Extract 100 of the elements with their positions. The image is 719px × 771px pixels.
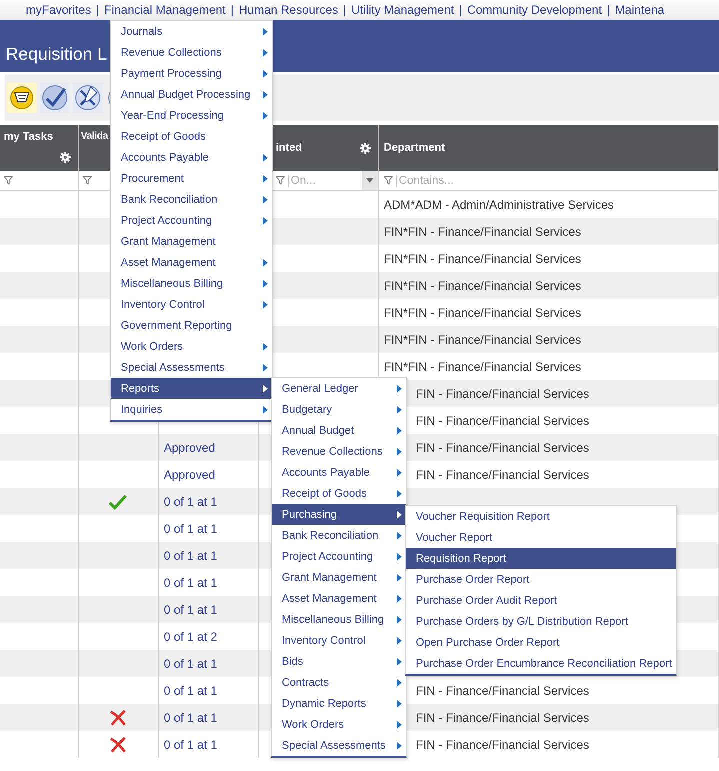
status-text: 0 of 1 at 1 <box>163 656 218 670</box>
menu-item[interactable]: Bank Reconciliation <box>111 189 272 210</box>
menu-item[interactable]: Purchasing <box>272 504 406 525</box>
department-text: FIN - Finance/Financial Services <box>416 386 590 400</box>
filter-icon[interactable] <box>276 176 285 185</box>
menu-item[interactable]: Payment Processing <box>111 63 272 84</box>
menu-item[interactable]: Accounts Payable <box>111 147 272 168</box>
menu-item[interactable]: Procurement <box>111 168 272 189</box>
menu-item[interactable]: Inventory Control <box>111 294 272 315</box>
submenu-arrow-icon <box>397 700 402 708</box>
nav-separator: | <box>96 2 100 19</box>
nav-link[interactable]: Financial Management <box>104 1 226 19</box>
approve-icon[interactable] <box>40 83 70 113</box>
status-text: 0 of 1 at 1 <box>163 576 218 590</box>
nav-link[interactable]: Human Resources <box>239 1 338 19</box>
menu-item[interactable]: Special Assessments <box>111 357 272 378</box>
caret-icon <box>366 178 374 183</box>
submenu-arrow-icon <box>397 574 402 582</box>
menu-item[interactable]: Dynamic Reports <box>272 693 406 714</box>
menu-item[interactable]: Miscellaneous Billing <box>111 273 272 294</box>
submenu-arrow-icon <box>263 174 268 182</box>
submenu-arrow-icon <box>263 280 268 288</box>
menu-item[interactable]: Bank Reconciliation <box>272 525 406 546</box>
menu-item[interactable]: Revenue Collections <box>272 441 406 462</box>
menu-item[interactable]: Grant Management <box>272 567 406 588</box>
status-text: 0 of 1 at 1 <box>163 522 218 536</box>
menu-item[interactable]: Grant Management <box>111 231 272 252</box>
menu-item[interactable]: Purchase Order Encumbrance Reconciliation Report <box>406 653 676 674</box>
menu-item[interactable]: Journals <box>111 21 272 42</box>
submenu-arrow-icon <box>263 406 268 414</box>
menu-item[interactable]: Inquiries <box>111 399 272 420</box>
status-text: 0 of 1 at 1 <box>163 548 218 562</box>
menu-item[interactable]: Budgetary <box>272 399 406 420</box>
status-text: 0 of 1 at 1 <box>163 494 218 508</box>
nav-link[interactable]: Utility Management <box>352 1 454 19</box>
submenu-arrow-icon <box>397 406 402 414</box>
menu-item[interactable]: Reports <box>111 378 272 399</box>
filter-icon[interactable] <box>83 176 92 185</box>
submenu-arrow-icon <box>263 112 268 120</box>
menu-item[interactable]: Voucher Requisition Report <box>406 506 676 527</box>
submenu-arrow-icon <box>397 532 402 540</box>
menu-item[interactable]: Government Reporting <box>111 315 272 336</box>
menu-item[interactable]: Contracts <box>272 672 406 693</box>
menu-item[interactable]: Inventory Control <box>272 630 406 651</box>
submenu-arrow-icon <box>397 552 402 560</box>
submenu-arrow-icon <box>397 448 402 456</box>
submenu-arrow-icon <box>263 384 268 392</box>
menu-item[interactable]: Open Purchase Order Report <box>406 632 676 653</box>
filter-list-icon[interactable] <box>7 83 37 113</box>
menu-item[interactable]: Work Orders <box>111 336 272 357</box>
menu-item[interactable]: Annual Budget Processing <box>111 84 272 105</box>
submenu-arrow-icon <box>397 490 402 498</box>
submenu-arrow-icon <box>397 720 402 728</box>
submenu-arrow-icon <box>263 48 268 56</box>
submenu-arrow-icon <box>397 678 402 686</box>
menu-item[interactable]: Receipt of Goods <box>272 483 406 504</box>
nav-link[interactable]: myFavorites <box>26 1 92 19</box>
department-text: FIN*FIN - Finance/Financial Services <box>384 332 582 346</box>
menu-item[interactable]: Annual Budget <box>272 420 406 441</box>
submenu-arrow-icon <box>397 636 402 644</box>
department-text: ADM*ADM - Admin/Administrative Services <box>384 198 614 212</box>
menu-item[interactable]: General Ledger <box>272 378 406 399</box>
menu-item[interactable]: Work Orders <box>272 714 406 735</box>
menu-item[interactable]: Project Accounting <box>272 546 406 567</box>
status-text: Approved <box>163 468 216 482</box>
dropdown-button[interactable] <box>362 171 378 190</box>
submenu-arrow-icon <box>263 258 268 266</box>
menu-item[interactable]: Miscellaneous Billing <box>272 609 406 630</box>
settings-icon[interactable] <box>60 152 71 163</box>
settings-icon[interactable] <box>360 142 371 154</box>
menu-item[interactable]: Purchase Order Report <box>406 569 676 590</box>
submenu-arrow-icon <box>397 510 402 518</box>
menu-item[interactable]: Receipt of Goods <box>111 126 272 147</box>
nav-separator: | <box>459 2 462 19</box>
nav-link[interactable]: Community Development <box>467 1 602 19</box>
menu-item[interactable]: Accounts Payable <box>272 462 406 483</box>
filter-icon[interactable] <box>4 176 13 185</box>
menu-item[interactable]: Year-End Processing <box>111 105 272 126</box>
page-title: Requisition L <box>6 43 108 66</box>
menu-item[interactable]: Voucher Report <box>406 527 676 548</box>
menu-item[interactable]: Asset Management <box>272 588 406 609</box>
nav-link[interactable]: Maintena <box>615 1 665 19</box>
menu-item[interactable]: Asset Management <box>111 252 272 273</box>
department-text: FIN*FIN - Finance/Financial Services <box>384 224 582 238</box>
menu-item[interactable]: Purchase Order Audit Report <box>406 590 676 611</box>
department-text: FIN - Finance/Financial Services <box>416 710 590 724</box>
reject-icon[interactable] <box>73 83 103 113</box>
menu-item[interactable]: Project Accounting <box>111 210 272 231</box>
submenu-arrow-icon <box>263 90 268 98</box>
column-title: my Tasks <box>4 131 54 143</box>
menu-item[interactable]: Purchase Orders by G/L Distribution Report <box>406 611 676 632</box>
menu-item[interactable]: Revenue Collections <box>111 42 272 63</box>
menu-item[interactable]: Special Assessments <box>272 735 406 756</box>
submenu-arrow-icon <box>263 154 268 162</box>
department-text: FIN*FIN - Finance/Financial Services <box>384 278 582 292</box>
department-text: FIN - Finance/Financial Services <box>416 684 590 698</box>
menu-item[interactable]: Requisition Report <box>406 548 676 569</box>
nav-separator: | <box>607 2 610 19</box>
filter-icon[interactable] <box>384 176 393 185</box>
menu-item[interactable]: Bids <box>272 651 406 672</box>
